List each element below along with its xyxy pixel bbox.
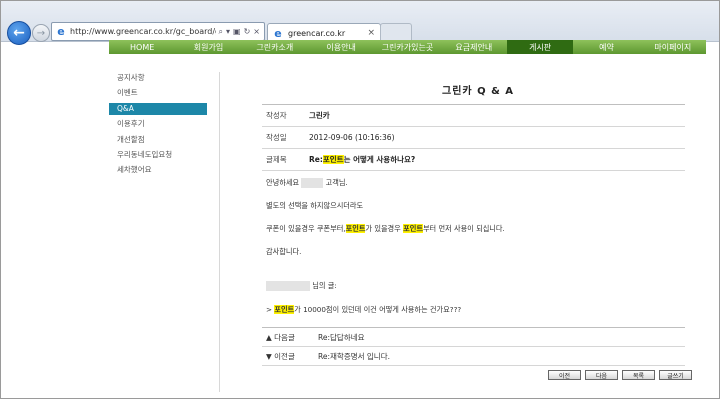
ie-page-icon: e bbox=[57, 25, 65, 38]
compat-view-icon[interactable]: ▣ bbox=[233, 27, 241, 37]
greeting-text: 안녕하세요 bbox=[266, 178, 300, 187]
body-line-3: 쿠폰이 있을경우 쿠폰부터,포인트가 있을경우 포인트부터 먼저 사용이 되십니… bbox=[266, 224, 505, 234]
body-greeting: 안녕하세요 고객님. bbox=[266, 178, 348, 188]
menu-home[interactable]: HOME bbox=[109, 40, 175, 54]
date-label: 작성일 bbox=[266, 133, 287, 142]
page-title: 그린카 Q & A bbox=[442, 86, 515, 97]
body-line-2: 별도의 선택을 하지않으시더라도 bbox=[266, 201, 364, 210]
menu-about[interactable]: 그린카소개 bbox=[242, 40, 308, 54]
author-label: 작성자 bbox=[266, 111, 287, 120]
back-button[interactable]: ← bbox=[7, 21, 31, 45]
forward-button[interactable]: → bbox=[32, 24, 50, 42]
back-arrow-icon: ← bbox=[13, 25, 25, 41]
tab-ie-icon: e bbox=[274, 26, 282, 40]
subject-prefix: Re: bbox=[309, 155, 323, 164]
next-post-row[interactable]: ▲ 다음글 Re:답답하네요 bbox=[262, 328, 685, 347]
list-button[interactable]: 목록 bbox=[622, 370, 655, 380]
line3-part-b: 가 있을경우 bbox=[365, 224, 401, 233]
address-url[interactable]: http://www.greencar.co.kr/gc_board/green… bbox=[70, 27, 216, 36]
line3-highlight-2: 포인트 bbox=[403, 224, 423, 233]
line3-part-c: 부터 먼저 사용이 되십니다. bbox=[422, 224, 505, 233]
line3-highlight-1: 포인트 bbox=[345, 224, 366, 233]
sidebar-item-carwash[interactable]: 세차했어요 bbox=[109, 164, 207, 176]
refresh-icon[interactable]: ↻ bbox=[244, 27, 251, 37]
quote-marker: > bbox=[266, 305, 273, 314]
search-icon[interactable]: ⌕ bbox=[219, 27, 223, 37]
quote-header: 님의 글: bbox=[266, 281, 337, 291]
sidebar-divider bbox=[219, 72, 220, 392]
sidebar-item-qna[interactable]: Q&A bbox=[109, 102, 207, 115]
menu-pricing[interactable]: 요금제안내 bbox=[441, 40, 507, 54]
next-post-link[interactable]: Re:답답하네요 bbox=[318, 332, 365, 343]
address-bar[interactable]: e http://www.greencar.co.kr/gc_board/gre… bbox=[51, 22, 265, 41]
subject-row: 글제목 Re:포인트는 어떻게 사용하나요? bbox=[262, 149, 685, 171]
menu-signup[interactable]: 회원가입 bbox=[175, 40, 241, 54]
board-sidebar: 공지사항 이벤트 Q&A 이용후기 개선할점 우리동네도입요청 세차했어요 bbox=[109, 72, 207, 180]
post-info-table: 작성자 그린카 작성일 2012-09-06 (10:16:36) 글제목 Re… bbox=[262, 104, 685, 171]
date-value: 2012-09-06 (10:16:36) bbox=[309, 133, 395, 142]
subject-rest: 는 어떻게 사용하나요? bbox=[343, 155, 416, 164]
sidebar-item-request[interactable]: 우리동네도입요청 bbox=[109, 149, 207, 161]
post-navigation: ▲ 다음글 Re:답답하네요 ▼ 이전글 Re:재학증명서 입니다. bbox=[262, 327, 685, 366]
sidebar-item-reviews[interactable]: 이용후기 bbox=[109, 118, 207, 130]
dropdown-icon[interactable]: ▾ bbox=[226, 27, 230, 37]
prev-post-row[interactable]: ▼ 이전글 Re:재학증명서 입니다. bbox=[262, 347, 685, 366]
sidebar-item-event[interactable]: 이벤트 bbox=[109, 87, 207, 99]
sidebar-item-notice[interactable]: 공지사항 bbox=[109, 72, 207, 84]
menu-mypage[interactable]: 마이페이지 bbox=[640, 40, 706, 54]
subject-label: 글제목 bbox=[266, 155, 287, 164]
date-row: 작성일 2012-09-06 (10:16:36) bbox=[262, 127, 685, 149]
quote-body: > 포인트가 10000점이 있던데 이건 어떻게 사용하는 건가요??? bbox=[266, 305, 461, 315]
greeting-suffix: 고객님. bbox=[325, 178, 348, 187]
subject-value: Re:포인트는 어떻게 사용하나요? bbox=[309, 154, 415, 165]
menu-guide[interactable]: 이용안내 bbox=[308, 40, 374, 54]
tab-title: greencar.co.kr bbox=[288, 28, 346, 38]
prev-post-link[interactable]: Re:재학증명서 입니다. bbox=[318, 351, 390, 362]
author-row: 작성자 그린카 bbox=[262, 105, 685, 127]
next-post-label: ▲ 다음글 bbox=[266, 332, 295, 342]
next-button[interactable]: 다음 bbox=[585, 370, 618, 380]
menu-reservation[interactable]: 예약 bbox=[573, 40, 639, 54]
menu-board[interactable]: 게시판 bbox=[506, 40, 574, 54]
forward-arrow-icon: → bbox=[36, 27, 46, 39]
redacted-quote-author bbox=[266, 281, 310, 291]
new-tab-button[interactable] bbox=[380, 23, 412, 41]
prev-button[interactable]: 이전 bbox=[548, 370, 581, 380]
prev-post-label: ▼ 이전글 bbox=[266, 351, 295, 361]
tab-close-icon[interactable]: × bbox=[367, 28, 375, 38]
subject-highlight: 포인트 bbox=[322, 155, 344, 164]
stop-icon[interactable]: × bbox=[253, 27, 260, 37]
quote-highlight: 포인트 bbox=[274, 305, 295, 314]
write-button[interactable]: 글쓰기 bbox=[659, 370, 692, 380]
browser-toolbar: ← → e http://www.greencar.co.kr/gc_board… bbox=[1, 1, 719, 45]
redacted-name bbox=[301, 178, 324, 188]
site-menu: HOME 회원가입 그린카소개 이용안내 그린카가있는곳 요금제안내 게시판 예… bbox=[109, 40, 706, 54]
action-buttons: 이전 다음 목록 글쓰기 bbox=[548, 370, 692, 380]
author-value: 그린카 bbox=[309, 111, 330, 120]
sidebar-item-improvements[interactable]: 개선할점 bbox=[109, 134, 207, 146]
menu-locations[interactable]: 그린카가있는곳 bbox=[374, 40, 440, 54]
body-thanks: 감사합니다. bbox=[266, 247, 302, 256]
line3-part-a: 쿠폰이 있을경우 쿠폰부터, bbox=[266, 224, 346, 233]
quote-header-text: 님의 글: bbox=[312, 281, 337, 290]
quote-rest: 가 10000점이 있던데 이건 어떻게 사용하는 건가요??? bbox=[294, 305, 462, 314]
